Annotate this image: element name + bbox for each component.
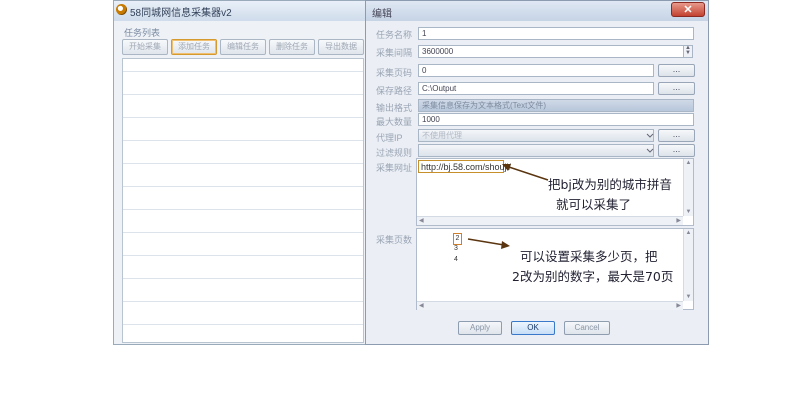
interval-spinner[interactable]: ▲ ▼ — [683, 45, 693, 58]
page-count-value: 2 — [453, 233, 462, 245]
scroll-up-icon: ▲ — [685, 160, 692, 166]
url-annotation-line1: 把bj改为别的城市拼音 — [548, 177, 672, 192]
output-format-label: 输出格式 — [376, 103, 413, 113]
interval-field[interactable]: 3600000 — [418, 45, 684, 58]
ok-button[interactable]: OK — [511, 321, 555, 335]
save-path-field[interactable]: C:\Output — [418, 82, 654, 95]
url-annotation-line2: 就可以采集了 — [556, 197, 632, 212]
save-path-label: 保存路径 — [376, 86, 413, 96]
export-data-button[interactable]: 导出数据 — [318, 39, 364, 55]
url-horizontal-scrollbar[interactable]: ◀ ▶ — [417, 216, 683, 225]
pages-annotation-line1: 可以设置采集多少页，把 — [520, 249, 658, 264]
url-label: 采集网址 — [376, 163, 413, 173]
main-titlebar: 58同城网信息采集器v2 — [114, 1, 368, 21]
grid-row[interactable] — [123, 117, 363, 118]
scroll-left-icon: ◀ — [419, 218, 424, 224]
interval-label: 采集间隔 — [376, 48, 413, 58]
max-count-field[interactable]: 1000 — [418, 113, 694, 126]
task-group-label: 任务列表 — [124, 28, 161, 38]
dialog-titlebar: 编辑 ✕ — [366, 1, 708, 21]
grid-row[interactable] — [123, 94, 363, 95]
grid-row[interactable] — [123, 232, 363, 233]
scroll-right-icon: ▶ — [676, 303, 681, 309]
task-name-field[interactable]: 1 — [418, 27, 694, 40]
add-task-button[interactable]: 添加任务 — [171, 39, 217, 55]
save-path-browse-button[interactable]: ... — [658, 82, 695, 95]
dialog-title: 编辑 — [372, 9, 392, 20]
pages-arrow-icon — [467, 238, 510, 249]
filter-select[interactable] — [418, 144, 654, 157]
scroll-left-icon: ◀ — [419, 303, 424, 309]
grid-row[interactable] — [123, 209, 363, 210]
scroll-down-icon: ▼ — [685, 209, 692, 215]
task-list-grid[interactable] — [122, 58, 364, 343]
delete-task-button[interactable]: 删除任务 — [269, 39, 315, 55]
filter-label: 过滤规则 — [376, 148, 413, 158]
scroll-right-icon: ▶ — [676, 218, 681, 224]
url-vertical-scrollbar[interactable]: ▲ ▼ — [683, 159, 693, 216]
pages-label: 采集页数 — [376, 235, 413, 245]
output-format-select[interactable]: 采集信息保存为文本格式(Text文件) — [418, 99, 694, 112]
start-collect-button[interactable]: 开始采集 — [122, 39, 168, 55]
grid-row[interactable] — [123, 301, 363, 302]
edit-task-button[interactable]: 编辑任务 — [220, 39, 266, 55]
app-logo-icon — [116, 4, 127, 15]
grid-row[interactable] — [123, 140, 363, 141]
grid-row[interactable] — [123, 186, 363, 187]
chevron-down-icon — [646, 148, 654, 153]
grid-row[interactable] — [123, 324, 363, 325]
main-window-title: 58同城网信息采集器v2 — [130, 8, 232, 19]
apply-button[interactable]: Apply — [458, 321, 502, 335]
page-index-field[interactable]: 0 — [418, 64, 654, 77]
url-arrow-icon — [502, 164, 549, 181]
filter-browse-button[interactable]: ... — [658, 144, 695, 157]
grid-row[interactable] — [123, 278, 363, 279]
page-index-label: 采集页码 — [376, 68, 413, 78]
page-count-value: 3 — [454, 245, 458, 252]
url-value: http://bj.58.com/shouji/ — [418, 160, 511, 173]
proxy-browse-button[interactable]: ... — [658, 129, 695, 142]
main-window: 58同城网信息采集器v2 任务列表 开始采集 添加任务 编辑任务 删除任务 导出… — [113, 0, 369, 345]
pages-vertical-scrollbar[interactable]: ▲ ▼ — [683, 229, 693, 301]
task-name-label: 任务名称 — [376, 30, 413, 40]
page-index-browse-button[interactable]: ... — [658, 64, 695, 77]
grid-row[interactable] — [123, 255, 363, 256]
scroll-down-icon: ▼ — [685, 294, 692, 300]
grid-row[interactable] — [123, 163, 363, 164]
close-button[interactable]: ✕ — [671, 2, 705, 17]
scroll-up-icon: ▲ — [685, 230, 692, 236]
max-count-label: 最大数量 — [376, 117, 413, 127]
pages-horizontal-scrollbar[interactable]: ◀ ▶ — [417, 301, 683, 310]
pages-annotation-line2: 2改为别的数字，最大是70页 — [512, 269, 674, 284]
page-count-value: 4 — [454, 256, 458, 263]
proxy-label: 代理IP — [376, 133, 403, 143]
grid-row[interactable] — [123, 71, 363, 72]
chevron-down-icon — [646, 133, 654, 138]
proxy-select[interactable]: 不使用代理 — [418, 129, 654, 142]
cancel-button[interactable]: Cancel — [564, 321, 610, 335]
